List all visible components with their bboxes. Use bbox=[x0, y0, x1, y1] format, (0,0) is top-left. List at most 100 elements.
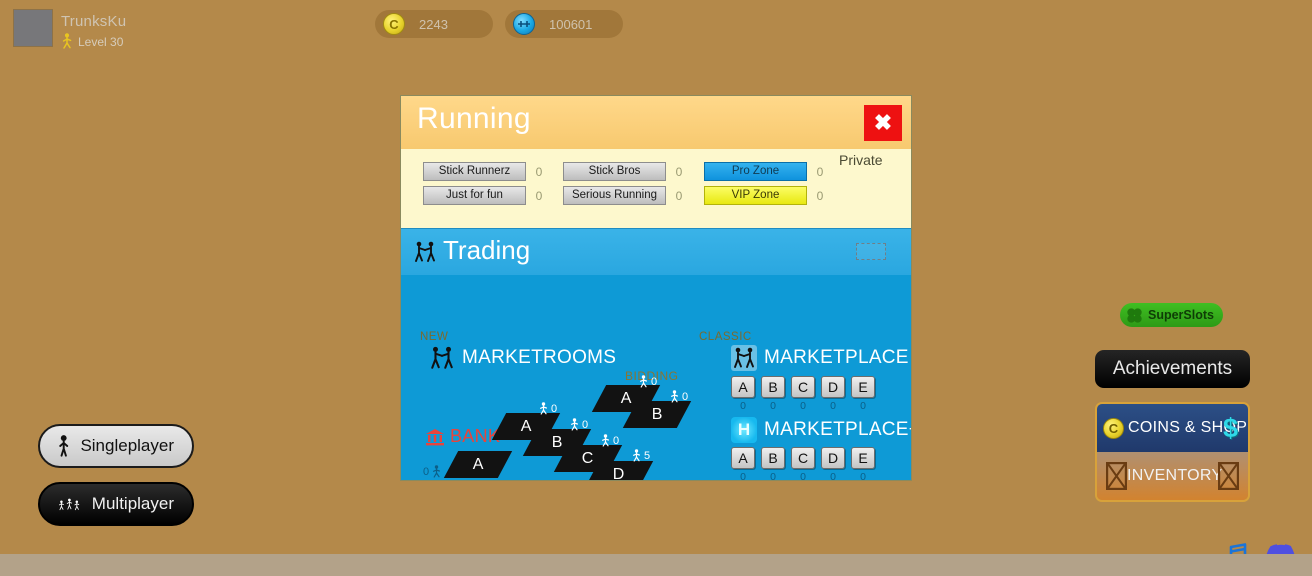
bidding-tile-b-label: B bbox=[651, 405, 663, 423]
bidding-tile-b-count-group: 0 bbox=[670, 390, 688, 403]
marketplace-plus-count-c: 0 bbox=[800, 471, 806, 481]
room-entry: Pro Zone 0 bbox=[704, 162, 833, 181]
trading-header: Trading bbox=[401, 228, 911, 275]
avatar[interactable] bbox=[13, 9, 53, 47]
private-label: Private bbox=[839, 152, 883, 168]
right-menu-stack: C COINS & SHOP $ INVENTORY bbox=[1095, 402, 1250, 502]
room-button-stick-runnerz[interactable]: Stick Runnerz bbox=[423, 162, 526, 181]
inventory-label: INVENTORY bbox=[1127, 467, 1223, 484]
bank-tile-a[interactable]: A bbox=[443, 451, 513, 478]
market-tile-a-count: 0 bbox=[551, 402, 558, 415]
close-button[interactable]: ✖ bbox=[864, 105, 902, 141]
gem-icon bbox=[513, 13, 535, 35]
bidding-tile-a-label: A bbox=[620, 389, 632, 407]
inventory-button[interactable]: INVENTORY bbox=[1097, 452, 1248, 500]
market-tile-c-count-group: 0 bbox=[601, 434, 619, 447]
market-tile-b-count: 0 bbox=[582, 418, 589, 431]
market-tile-c-label: C bbox=[582, 449, 594, 467]
marketplace-plus-key-cell: C 0 bbox=[791, 447, 815, 481]
room-count: 0 bbox=[816, 164, 824, 179]
marketplace-plus-key-cell: A 0 bbox=[731, 447, 755, 481]
room-entry: Stick Bros 0 bbox=[563, 162, 692, 181]
marketplace-plus-key-d[interactable]: D bbox=[821, 447, 845, 469]
marketplace-key-e[interactable]: E bbox=[851, 376, 875, 398]
marketplace-plus-count-e: 0 bbox=[860, 471, 866, 481]
marketplace-key-cell: C 0 bbox=[791, 376, 815, 412]
marketrooms-label: MARKETROOMS bbox=[462, 347, 617, 368]
marketplace-key-cell: A 0 bbox=[731, 376, 755, 412]
singleplayer-label: Singleplayer bbox=[80, 436, 174, 455]
marketplace-key-c[interactable]: C bbox=[791, 376, 815, 398]
bank-icon bbox=[426, 428, 444, 445]
coins-and-shop-button[interactable]: C COINS & SHOP $ bbox=[1097, 404, 1248, 452]
bank-header: BANK bbox=[425, 426, 500, 447]
dollar-icon: $ bbox=[1222, 412, 1238, 443]
marketplace-count-e: 0 bbox=[860, 400, 866, 412]
runner-icon bbox=[62, 33, 72, 49]
market-tile-d-count-group: 5 bbox=[632, 449, 650, 462]
runner-icon bbox=[640, 375, 647, 388]
marketplace-plus-key-a[interactable]: A bbox=[731, 447, 755, 469]
marketplace-plus-count-d: 0 bbox=[830, 471, 836, 481]
room-button-stick-bros[interactable]: Stick Bros bbox=[563, 162, 666, 181]
room-button-just-for-fun[interactable]: Just for fun bbox=[423, 186, 526, 205]
trading-placeholder-box[interactable] bbox=[856, 243, 886, 260]
room-entry: Serious Running 0 bbox=[563, 186, 692, 205]
runner-icon bbox=[633, 449, 640, 462]
market-tile-b-count-group: 0 bbox=[570, 418, 588, 431]
marketplace-count-c: 0 bbox=[800, 400, 806, 412]
singleplayer-button[interactable]: Singleplayer bbox=[38, 424, 194, 468]
clover-icon bbox=[1127, 307, 1142, 323]
marketplace-key-b[interactable]: B bbox=[761, 376, 785, 398]
multi-figure-icon bbox=[59, 498, 80, 511]
marketplace-key-d[interactable]: D bbox=[821, 376, 845, 398]
two-figures-icon bbox=[731, 345, 757, 371]
room-column-2: Stick Bros 0 Serious Running 0 bbox=[563, 162, 692, 210]
marketplace-count-d: 0 bbox=[830, 400, 836, 412]
marketplace-plus-key-e[interactable]: E bbox=[851, 447, 875, 469]
crate-icon bbox=[1218, 462, 1239, 490]
bank-tile-a-label: A bbox=[472, 455, 484, 473]
bidding-tile-b-count: 0 bbox=[682, 390, 689, 403]
marketplace-plus-count-a: 0 bbox=[740, 471, 746, 481]
coins-value: 2243 bbox=[419, 16, 448, 32]
new-label: NEW bbox=[420, 331, 449, 343]
market-tile-a-count-group: 0 bbox=[539, 402, 557, 415]
room-list: Stick Runnerz 0 Just for fun 0 Stick Bro… bbox=[401, 149, 911, 228]
multiplayer-button[interactable]: Multiplayer bbox=[38, 482, 194, 526]
marketplace-plus-key-c[interactable]: C bbox=[791, 447, 815, 469]
bidding-tile-a-count-group: 0 bbox=[639, 375, 657, 388]
marketplace-plus-header[interactable]: H MARKETPLACE+ bbox=[731, 417, 911, 443]
superslots-button[interactable]: SuperSlots bbox=[1120, 303, 1223, 327]
runner-icon bbox=[571, 418, 578, 431]
runner-icon bbox=[602, 434, 609, 447]
achievements-button[interactable]: Achievements bbox=[1095, 350, 1250, 388]
dialog-title: Running bbox=[417, 102, 531, 135]
dialog-header: Running ✖ bbox=[401, 96, 911, 149]
runner-icon bbox=[540, 402, 547, 415]
gems-value: 100601 bbox=[549, 16, 593, 32]
marketplace-plus-icon: H bbox=[731, 417, 757, 443]
coins-counter[interactable]: C 2243 bbox=[375, 10, 493, 38]
marketplace-key-a[interactable]: A bbox=[731, 376, 755, 398]
gems-counter[interactable]: 100601 bbox=[505, 10, 623, 38]
marketplace-plus-key-b[interactable]: B bbox=[761, 447, 785, 469]
two-figures-icon bbox=[415, 241, 435, 262]
trading-body: NEW MARKETROOMS CLASSIC MARKETPLACE A 0 … bbox=[401, 275, 911, 481]
room-count: 0 bbox=[675, 164, 683, 179]
market-tile-c-count: 0 bbox=[613, 434, 620, 447]
marketplace-count-b: 0 bbox=[770, 400, 776, 412]
room-button-pro-zone[interactable]: Pro Zone bbox=[704, 162, 807, 181]
marketplace-count-a: 0 bbox=[740, 400, 746, 412]
marketplace-key-cell: B 0 bbox=[761, 376, 785, 412]
running-dialog: Running ✖ Stick Runnerz 0 Just for fun 0… bbox=[400, 95, 912, 481]
marketplace-plus-key-cell: E 0 bbox=[851, 447, 875, 481]
room-button-vip-zone[interactable]: VIP Zone bbox=[704, 186, 807, 205]
marketplace-header[interactable]: MARKETPLACE bbox=[731, 345, 909, 371]
marketrooms-header[interactable]: MARKETROOMS bbox=[429, 345, 616, 371]
room-column-1: Stick Runnerz 0 Just for fun 0 bbox=[423, 162, 552, 210]
market-tile-d-label: D bbox=[613, 465, 625, 481]
room-button-serious-running[interactable]: Serious Running bbox=[563, 186, 666, 205]
marketplace-key-cell: E 0 bbox=[851, 376, 875, 412]
bidding-tile-a-count: 0 bbox=[651, 375, 658, 388]
